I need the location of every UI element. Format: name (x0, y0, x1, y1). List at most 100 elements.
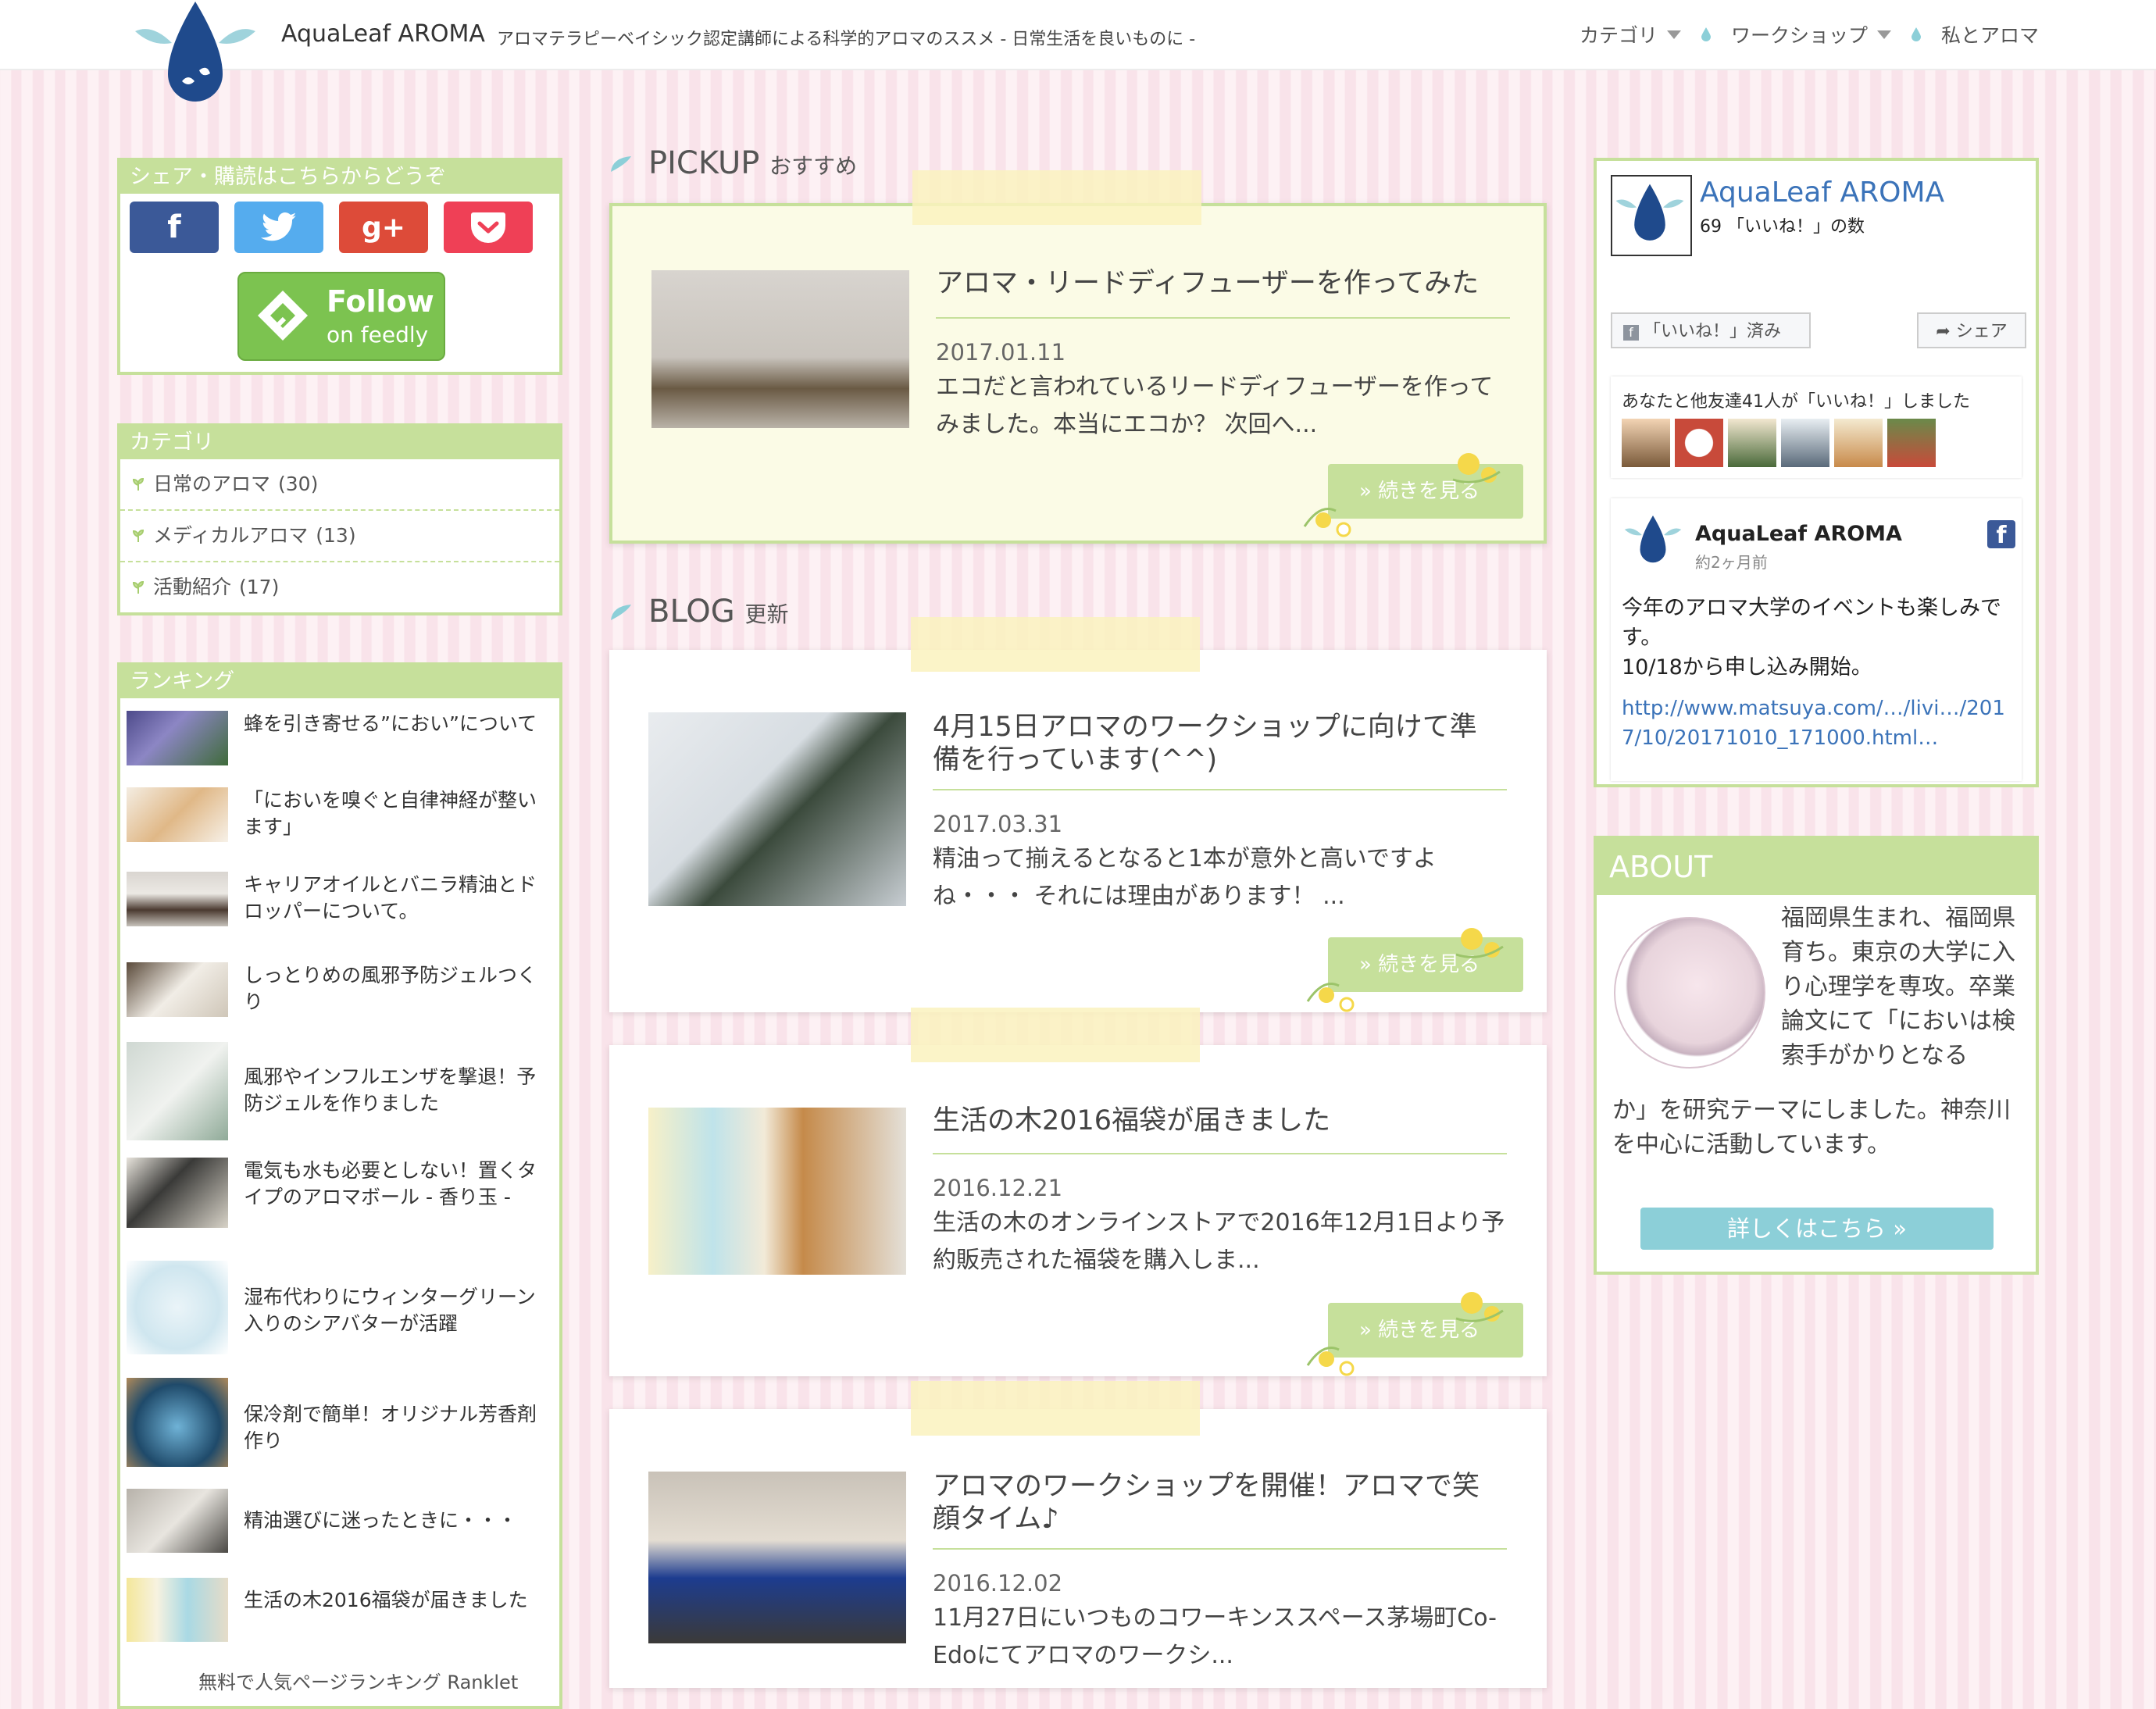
category-item[interactable]: 活動紹介 (17) (120, 562, 559, 612)
pickup-heading: PICKUP おすすめ (648, 145, 858, 181)
googleplus-share-button[interactable]: g+ (339, 202, 428, 253)
twitter-share-button[interactable] (234, 202, 323, 253)
fb-post: AquaLeaf AROMA 約2ヶ月前 f 今年のアロマ大学のイベントも楽しみ… (1611, 498, 2022, 781)
fb-friend-avatar[interactable] (1622, 419, 1670, 467)
site-title[interactable]: AquaLeaf AROMA (281, 20, 485, 48)
drop-icon (1911, 27, 1921, 41)
category-item[interactable]: 日常のアロマ (30) (120, 459, 559, 511)
share-buttons: f g+ (120, 194, 559, 253)
author-avatar (1614, 917, 1765, 1069)
fb-likes-count: 69 「いいね！」の数 (1700, 217, 1865, 237)
fb-friend-avatar[interactable] (1887, 419, 1936, 467)
fb-share-button[interactable]: ➦ シェア (1917, 312, 2026, 348)
ranking-thumbnail (127, 787, 228, 842)
fb-friend-avatar[interactable] (1675, 419, 1723, 467)
ranking-thumbnail (127, 1261, 228, 1354)
blog-post-card[interactable]: アロマのワークショップを開催！アロマで笑顔タイム♪ 2016.12.02 11月… (609, 1409, 1547, 1688)
divider (936, 317, 1510, 319)
water-drop-logo-icon[interactable] (129, 0, 262, 109)
pocket-icon (471, 212, 505, 243)
ranking-item[interactable]: 風邪やインフルエンザを撃退！予防ジェルを作りました (127, 1042, 548, 1140)
ranking-thumbnail (127, 872, 228, 926)
blog-post-excerpt: 精油って揃えるとなると1本が意外と高いですよね・・・ それには理由があります！ … (933, 845, 1437, 910)
blog-post-date: 2017.03.31 (933, 811, 1063, 837)
googleplus-icon: g+ (362, 211, 405, 244)
ranking-item[interactable]: 湿布代わりにウィンターグリーン入りのシアバターが活躍 (127, 1261, 548, 1354)
ranking-thumbnail (127, 1158, 228, 1228)
fb-liked-button[interactable]: f 「いいね！」済み (1611, 312, 1811, 348)
share-arrow-icon: ➦ (1936, 322, 1951, 341)
about-box: ABOUT 福岡県生まれ、福岡県育ち。東京の大学に入り心理学を専攻。卒業論文にて… (1594, 836, 2039, 1275)
ranking-thumbnail (127, 1489, 228, 1553)
water-drop-logo-icon (1624, 516, 1682, 563)
site-tagline: アロマテラピーベイシック認定講師による科学的アロマのススメ - 日常生活を良いも… (497, 30, 1196, 49)
facebook-page-widget: AquaLeaf AROMA 69 「いいね！」の数 f 「いいね！」済み ➦ シ… (1594, 158, 2039, 787)
category-box: カテゴリ 日常のアロマ (30) メディカルアロマ (13) 活動紹介 (17) (117, 423, 562, 615)
about-text-right: 福岡県生まれ、福岡県育ち。東京の大学に入り心理学を専攻。卒業論文にて「においは検… (1781, 904, 2016, 1069)
pickup-date: 2017.01.11 (936, 339, 1066, 366)
blog-thumbnail[interactable] (648, 1472, 906, 1643)
ranking-thumbnail (127, 711, 228, 765)
ranking-item[interactable]: 電気も水も必要としない！置くタイプのアロマボール - 香り玉 - (127, 1158, 548, 1251)
pickup-title[interactable]: アロマ・リードディフューザーを作ってみた (936, 267, 1506, 300)
fb-post-link[interactable]: http://www.matsuya.com/…/livi…/2017/10/2… (1622, 694, 2012, 780)
ranking-thumbnail (127, 1378, 228, 1467)
caret-down-icon (1876, 30, 1891, 39)
blog-post-title[interactable]: アロマのワークショップを開催！アロマで笑顔タイム♪ (933, 1470, 1503, 1536)
drop-icon (1701, 27, 1711, 41)
facebook-icon[interactable]: f (1987, 520, 2015, 549)
flower-decoration-icon (1306, 928, 1504, 1012)
ranking-item[interactable]: 生活の木2016福袋が届きました (127, 1578, 548, 1672)
category-box-heading: カテゴリ (120, 426, 559, 459)
fb-page-name[interactable]: AquaLeaf AROMA (1700, 177, 1944, 209)
blog-post-title[interactable]: 生活の木2016福袋が届きました (933, 1104, 1503, 1137)
leaf-icon (611, 605, 631, 620)
pickup-thumbnail[interactable] (651, 270, 909, 428)
main-nav: カテゴリ ワークショップ 私とアロマ (1580, 20, 2039, 48)
leaf-icon (611, 156, 631, 172)
ranking-footer-link[interactable]: 無料で人気ページランキング Ranklet (198, 1667, 518, 1694)
share-box: シェア・購読はこちらからどうぞ f g+ Follow on feedly (117, 158, 562, 375)
divider (933, 1153, 1507, 1154)
category-item[interactable]: メディカルアロマ (13) (120, 511, 559, 562)
tape-decoration (912, 170, 1201, 225)
ranking-item[interactable]: 「においを嗅ぐと自律神経が整います」 (127, 787, 548, 881)
ranking-item[interactable]: 保冷剤で簡単！オリジナル芳香剤作り (127, 1378, 548, 1472)
caret-down-icon (1666, 30, 1681, 39)
ranking-item[interactable]: キャリアオイルとバニラ精油とドロッパーについて。 (127, 872, 548, 965)
pocket-share-button[interactable] (444, 202, 533, 253)
tape-decoration (911, 617, 1200, 672)
facebook-icon: f (167, 209, 181, 245)
feedly-follow-button[interactable]: Follow on feedly (237, 272, 445, 361)
leaf-icon (132, 477, 145, 491)
ranking-thumbnail (127, 1578, 228, 1642)
about-details-button[interactable]: 詳しくはこちら » (1640, 1208, 1994, 1250)
fb-friend-avatar[interactable] (1781, 419, 1829, 467)
blog-post-date: 2016.12.02 (933, 1570, 1063, 1597)
blog-post-title[interactable]: 4月15日アロマのワークショップに向けて準備を行っています(^^) (933, 711, 1503, 776)
blog-post-excerpt: 生活の木のオンラインストアで2016年12月1日より予約販売された福袋を購入しま… (933, 1209, 1505, 1274)
tape-decoration (911, 1008, 1200, 1062)
blog-thumbnail[interactable] (648, 1108, 906, 1275)
fb-friend-avatar[interactable] (1728, 419, 1776, 467)
site-header: AquaLeaf AROMA アロマテラピーベイシック認定講師による科学的アロマ… (0, 0, 2156, 102)
ranking-item[interactable]: 精油選びに迷ったときに・・・ (127, 1489, 548, 1582)
fb-friends-panel: あなたと他友達41人が「いいね！」しました (1611, 376, 2022, 478)
fb-post-author[interactable]: AquaLeaf AROMA (1695, 522, 1902, 546)
nav-item-me-and-aroma[interactable]: 私とアロマ (1941, 20, 2039, 48)
about-text-full: か」を研究テーマにしました。神奈川を中心に活動しています。 (1612, 1097, 2011, 1158)
share-box-heading: シェア・購読はこちらからどうぞ (120, 161, 559, 194)
fb-page-logo[interactable] (1611, 175, 1692, 256)
nav-item-workshop[interactable]: ワークショップ (1731, 20, 1891, 48)
blog-thumbnail[interactable] (648, 712, 906, 906)
facebook-share-button[interactable]: f (130, 202, 219, 253)
nav-item-category[interactable]: カテゴリ (1580, 20, 1681, 48)
leaf-icon (132, 580, 145, 594)
fb-friend-avatar[interactable] (1834, 419, 1883, 467)
divider (933, 789, 1507, 790)
fb-post-time: 約2ヶ月前 (1695, 553, 1768, 572)
tape-decoration (911, 1381, 1200, 1436)
pickup-excerpt: エコだと言われているリードディフューザーを作ってみました。本当にエコか？ 次回へ… (936, 373, 1494, 438)
divider (933, 1548, 1507, 1550)
blog-heading: BLOG 更新 (648, 594, 789, 630)
